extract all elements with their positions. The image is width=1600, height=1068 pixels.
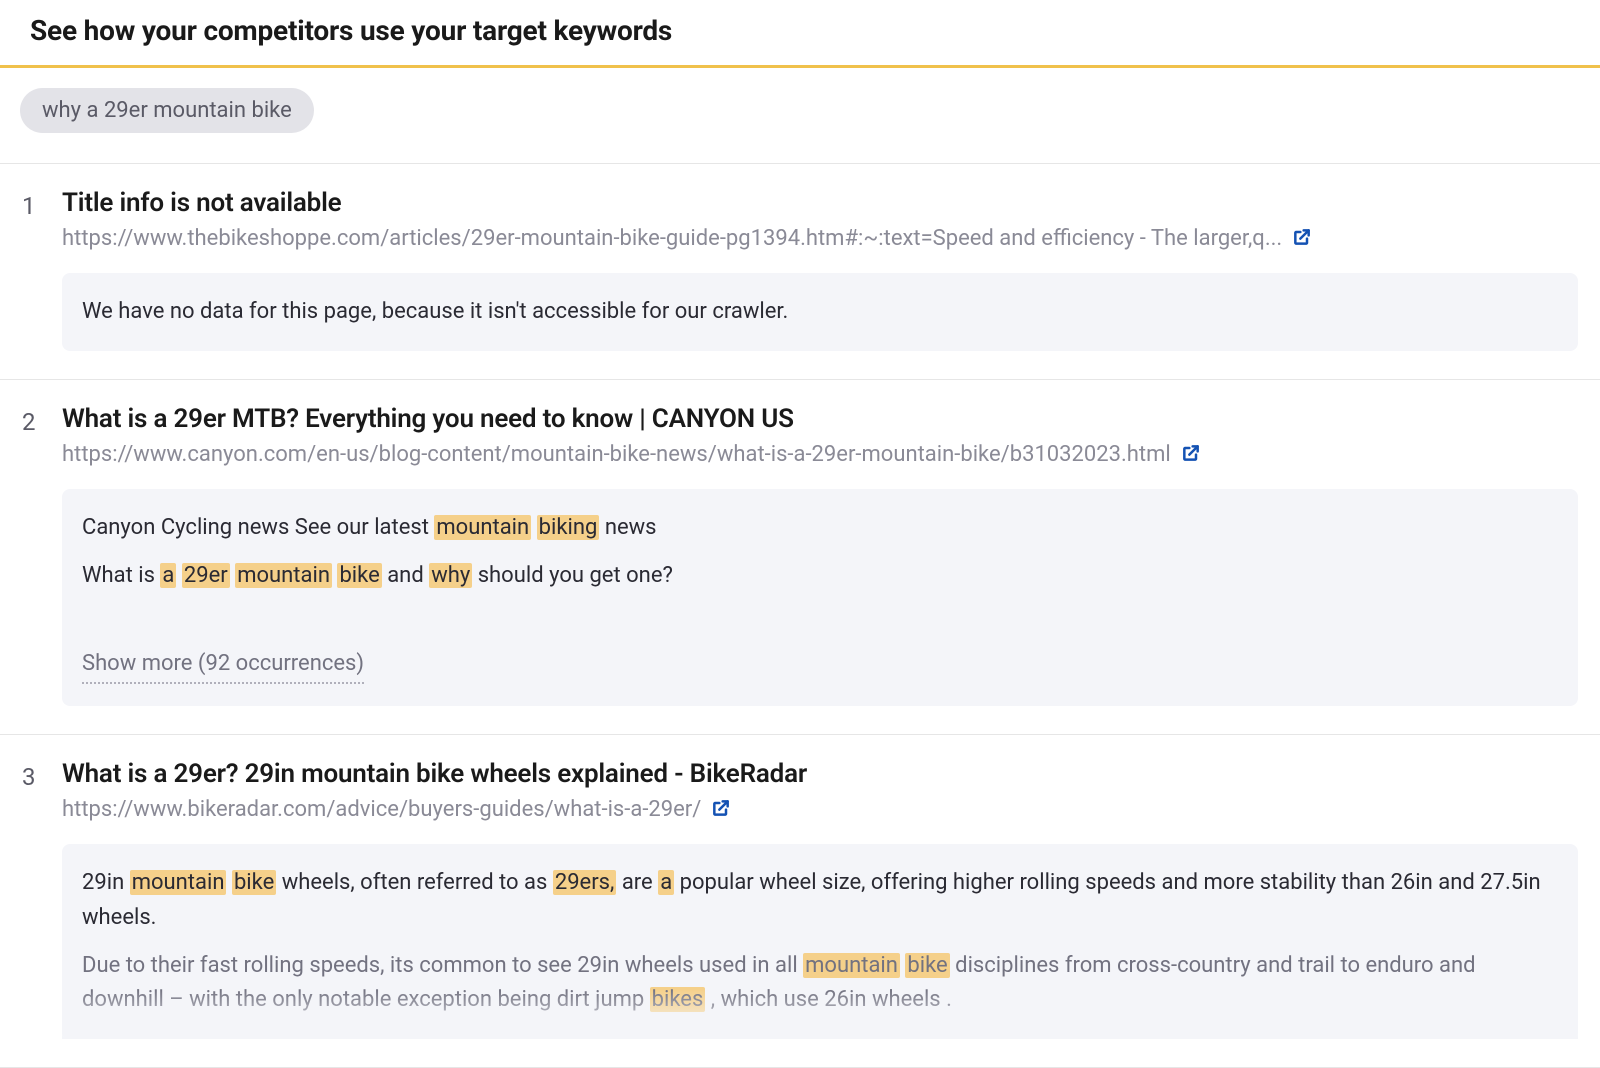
result-rank: 1	[22, 188, 52, 351]
search-result: 1 Title info is not available https://www.…	[0, 164, 1600, 380]
external-link-icon[interactable]	[711, 798, 731, 822]
result-title[interactable]: What is a 29er MTB? Everything you need …	[62, 404, 1578, 434]
highlight: bikes	[650, 987, 706, 1012]
snippet-line: Due to their fast rolling speeds, its co…	[82, 949, 1558, 1017]
snippet-line: What is a 29er mountain bike and why sho…	[82, 559, 1558, 593]
highlight: 29ers,	[553, 870, 617, 895]
result-title[interactable]: What is a 29er? 29in mountain bike wheel…	[62, 759, 1578, 789]
highlight: mountain	[130, 870, 227, 895]
page-title: See how your competitors use your target…	[30, 14, 1570, 47]
highlight: a	[160, 563, 176, 588]
highlight: bike	[337, 563, 381, 588]
highlight: mountain	[803, 953, 900, 978]
result-rank: 3	[22, 759, 52, 1038]
search-result: 3 What is a 29er? 29in mountain bike whee…	[0, 735, 1600, 1067]
snippet-line: We have no data for this page, because i…	[82, 295, 1558, 329]
external-link-icon[interactable]	[1181, 443, 1201, 467]
highlight: biking	[537, 515, 600, 540]
highlight: a	[658, 870, 674, 895]
keyword-chip[interactable]: why a 29er mountain bike	[20, 88, 314, 133]
result-url[interactable]: https://www.bikeradar.com/advice/buyers-…	[62, 797, 701, 822]
result-rank: 2	[22, 404, 52, 706]
show-more-link[interactable]: Show more (92 occurrences)	[82, 647, 364, 684]
highlight: 29er	[182, 563, 230, 588]
result-url[interactable]: https://www.canyon.com/en-us/blog-conten…	[62, 442, 1171, 467]
snippet-line: Canyon Cycling news See our latest mount…	[82, 511, 1558, 545]
keyword-chips-row: why a 29er mountain bike	[0, 68, 1600, 164]
snippet-box: 29in mountain bike wheels, often referre…	[62, 844, 1578, 1038]
highlight: mountain	[235, 563, 332, 588]
external-link-icon[interactable]	[1292, 227, 1312, 251]
highlight: bike	[905, 953, 949, 978]
highlight: bike	[232, 870, 276, 895]
snippet-box: We have no data for this page, because i…	[62, 273, 1578, 351]
highlight: mountain	[434, 515, 531, 540]
snippet-line: 29in mountain bike wheels, often referre…	[82, 866, 1558, 934]
result-url[interactable]: https://www.thebikeshoppe.com/articles/2…	[62, 226, 1282, 251]
search-result: 2 What is a 29er MTB? Everything you need…	[0, 380, 1600, 735]
highlight: why	[429, 563, 472, 588]
snippet-box: Canyon Cycling news See our latest mount…	[62, 489, 1578, 706]
result-title[interactable]: Title info is not available	[62, 188, 1578, 218]
